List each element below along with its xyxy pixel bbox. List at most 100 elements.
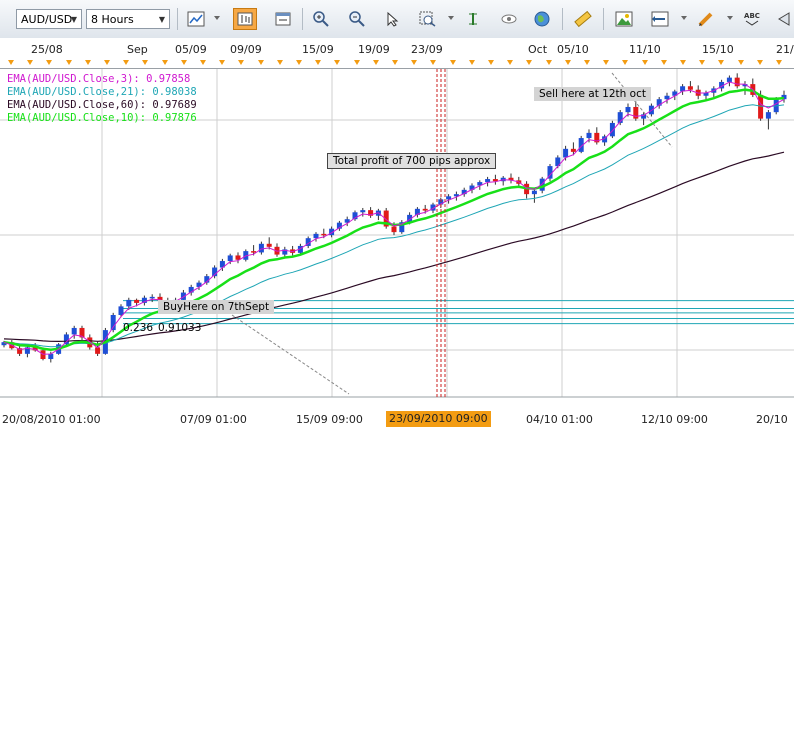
top-axis-label: 15/10 — [702, 43, 734, 56]
zoom-in-icon[interactable] — [309, 8, 333, 30]
top-axis-label: 21/ — [776, 43, 794, 56]
axis-tick — [603, 60, 609, 65]
axis-tick — [66, 60, 72, 65]
timeframe-select[interactable]: 8 Hours ▼ — [86, 9, 170, 29]
chevron-down-icon[interactable] — [681, 16, 687, 20]
candle-body — [258, 243, 264, 253]
pencil-icon[interactable] — [694, 8, 718, 30]
top-axis-label: 19/09 — [358, 43, 390, 56]
candle-body — [586, 132, 592, 139]
axis-tick — [104, 60, 110, 65]
candle-body — [251, 251, 257, 253]
ema-legend: EMA(AUD/USD.Close,3): 0.97858 EMA(AUD/US… — [7, 73, 197, 125]
axis-tick — [181, 60, 187, 65]
axis-tick — [162, 60, 168, 65]
candle-body — [687, 86, 693, 90]
eye-icon[interactable] — [497, 8, 521, 30]
candle-body — [446, 196, 452, 200]
candle-body — [485, 179, 491, 183]
candle-body — [570, 148, 576, 152]
axis-tick — [277, 60, 283, 65]
candle-body — [609, 122, 615, 137]
chevron-down-icon: ▼ — [70, 15, 77, 24]
text-abc-icon[interactable]: ABC — [740, 8, 764, 30]
axis-tick — [200, 60, 206, 65]
x-axis-label: 20/08/2010 01:00 — [2, 413, 101, 426]
candle-body — [266, 243, 272, 247]
separator — [603, 8, 604, 30]
legend-item: EMA(AUD/USD.Close,3): 0.97858 — [7, 73, 191, 85]
top-axis-label: 09/09 — [230, 43, 262, 56]
profit-annotation[interactable]: Total profit of 700 pips approx — [327, 153, 497, 169]
axis-tick — [738, 60, 744, 65]
sell-annotation[interactable]: Sell here at 12th oct — [534, 87, 651, 101]
axis-tick — [526, 60, 532, 65]
candle-body — [563, 148, 569, 158]
chart-type-icon[interactable] — [184, 8, 208, 30]
zoom-area-icon[interactable] — [416, 8, 440, 30]
buy-pointer-line — [231, 314, 350, 395]
axis-tick — [488, 60, 494, 65]
axis-tick — [315, 60, 321, 65]
axis-tick — [718, 60, 724, 65]
candle-body — [391, 226, 397, 233]
picture-icon[interactable] — [612, 8, 636, 30]
chevron-down-icon[interactable] — [448, 16, 454, 20]
candle-body — [726, 77, 732, 82]
chart-overlays — [231, 69, 673, 397]
x-axis-label: 20/10 — [756, 413, 788, 426]
axis-tick — [392, 60, 398, 65]
fib-level-label: 0.236 — [123, 322, 154, 334]
axis-tick — [622, 60, 628, 65]
x-axis-label: 07/09 01:00 — [180, 413, 247, 426]
candle-body — [71, 327, 77, 335]
axis-tick — [219, 60, 225, 65]
chevron-down-icon[interactable] — [214, 16, 220, 20]
axis-tick — [258, 60, 264, 65]
vertical-line-icon[interactable] — [461, 8, 485, 30]
legend-item: EMA(AUD/USD.Close,10): 0.97876 — [7, 112, 197, 124]
candle-body — [118, 306, 124, 315]
candle-body — [734, 77, 740, 87]
top-axis-label: 11/10 — [629, 43, 661, 56]
zoom-out-icon[interactable] — [345, 8, 369, 30]
chart-window-icon[interactable] — [271, 8, 295, 30]
axis-tick — [238, 60, 244, 65]
axis-tick — [699, 60, 705, 65]
x-axis-label-highlighted: 23/09/2010 09:00 — [386, 411, 491, 427]
toolbar: AUD/USD ▼ 8 Hours ▼ ABC — [0, 0, 794, 39]
axis-tick — [334, 60, 340, 65]
axis-tick — [661, 60, 667, 65]
candle-body — [758, 94, 764, 119]
buy-annotation[interactable]: BuyHere on 7thSept — [158, 300, 275, 314]
chevron-down-icon[interactable] — [727, 16, 733, 20]
candle-body — [765, 112, 771, 119]
x-axis-label: 04/10 01:00 — [526, 413, 593, 426]
axis-tick — [142, 60, 148, 65]
candle-body — [149, 296, 155, 299]
separator — [177, 8, 178, 30]
axis-tick — [296, 60, 302, 65]
fib-price-label: 0.91033 — [158, 322, 202, 334]
candle-body — [531, 190, 537, 195]
axis-tick — [411, 60, 417, 65]
candle-body — [126, 299, 132, 307]
separator — [562, 8, 563, 30]
candle-body — [360, 210, 366, 213]
globe-icon[interactable] — [530, 8, 554, 30]
axis-tick — [430, 60, 436, 65]
axis-tick — [27, 60, 33, 65]
export-icon[interactable] — [648, 8, 672, 30]
cursor-icon[interactable] — [380, 8, 404, 30]
axis-tick — [123, 60, 129, 65]
candle-body — [321, 233, 327, 236]
axis-tick — [8, 60, 14, 65]
axis-tick — [680, 60, 686, 65]
top-axis-label: Oct — [528, 43, 548, 56]
top-axis-label: 15/09 — [302, 43, 334, 56]
top-axis-label: 05/09 — [175, 43, 207, 56]
symbol-select[interactable]: AUD/USD ▼ — [16, 9, 82, 29]
arrow-left-icon[interactable] — [772, 8, 794, 30]
ruler-icon[interactable] — [571, 8, 595, 30]
chart-bar-icon[interactable] — [233, 8, 257, 30]
